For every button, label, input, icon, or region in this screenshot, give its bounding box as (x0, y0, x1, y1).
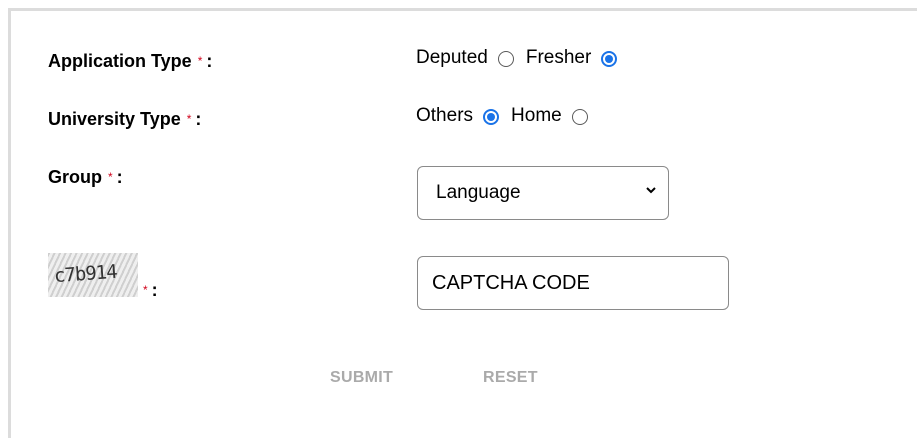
university-type-radios: Others Home (416, 105, 600, 127)
required-mark: * (143, 283, 148, 297)
application-type-label: Application Type *: (48, 51, 212, 72)
chevron-down-icon (646, 187, 656, 194)
required-mark: * (186, 112, 192, 126)
home-label: Home (511, 105, 562, 126)
others-radio[interactable] (483, 109, 500, 125)
captcha-image-text: c7b914 (53, 260, 118, 288)
colon: : (116, 167, 123, 187)
colon: : (195, 109, 202, 129)
group-label: Group *: (48, 167, 123, 188)
application-type-text: Application Type (48, 51, 192, 71)
required-mark: * (197, 54, 203, 68)
deputed-label: Deputed (416, 47, 488, 68)
application-type-radios: Deputed Fresher (416, 47, 629, 69)
submit-button[interactable]: SUBMIT (330, 369, 393, 387)
others-label: Others (416, 105, 474, 126)
university-type-text: University Type (48, 109, 181, 129)
colon: : (206, 51, 213, 71)
captcha-image: c7b914 (48, 253, 138, 297)
colon: : (151, 280, 158, 300)
group-select[interactable]: Language (417, 166, 669, 220)
fresher-radio[interactable] (601, 51, 618, 67)
reset-button[interactable]: RESET (483, 369, 538, 387)
form-frame (8, 8, 917, 438)
home-radio[interactable] (571, 109, 588, 125)
fresher-label: Fresher (525, 47, 592, 68)
deputed-radio[interactable] (497, 51, 514, 67)
university-type-label: University Type *: (48, 109, 201, 130)
required-mark: * (108, 170, 113, 184)
captcha-input[interactable]: CAPTCHA CODE (417, 256, 729, 310)
captcha-placeholder: CAPTCHA CODE (432, 271, 590, 294)
captcha-label: *: (143, 280, 158, 301)
group-text: Group (48, 167, 102, 187)
group-selected-value: Language (436, 182, 521, 203)
